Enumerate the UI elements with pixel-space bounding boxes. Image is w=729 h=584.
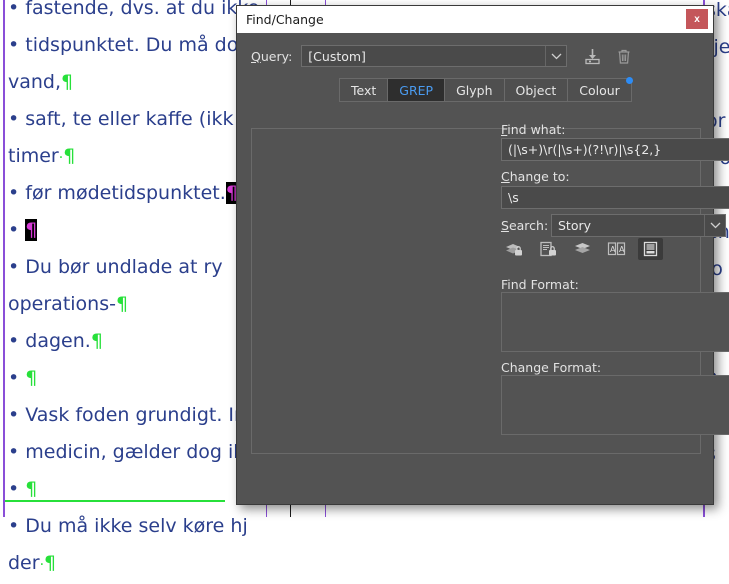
doc-line: • Vask foden grundigt. In xyxy=(8,404,247,426)
find-what-label: Find what: xyxy=(501,122,566,137)
chevron-down-icon[interactable] xyxy=(545,46,566,66)
doc-line: • medicin, gælder dog ikk xyxy=(8,441,256,463)
close-icon[interactable]: x xyxy=(686,9,708,29)
query-row: Query: [Custom] xyxy=(237,33,713,67)
tabs-row: Text GREP Glyph Object Colour xyxy=(237,77,713,102)
doc-line: • tidspunktet. Du må dog xyxy=(8,34,251,56)
doc-line: • ¶ xyxy=(8,219,38,241)
chevron-down-icon[interactable] xyxy=(704,215,725,236)
include-footnotes-icon[interactable] xyxy=(638,238,663,260)
tab-colour-label: Colour xyxy=(579,82,620,98)
find-format-box[interactable] xyxy=(501,292,729,352)
include-master-pages-icon[interactable]: A A xyxy=(604,238,629,260)
search-scope-label: Search: xyxy=(501,218,549,233)
change-to-input[interactable]: \s xyxy=(501,186,729,209)
dialog-title: Find/Change xyxy=(246,12,324,27)
doc-line: timer·¶ xyxy=(8,145,76,167)
tab-colour[interactable]: Colour xyxy=(568,77,633,101)
doc-line: • Du bør undlade at ry xyxy=(8,256,223,278)
tab-text[interactable]: Text xyxy=(340,79,389,101)
doc-line: • ¶ xyxy=(8,367,38,389)
change-format-box[interactable] xyxy=(501,375,729,435)
tab-list: Text GREP Glyph Object Colour xyxy=(339,77,633,102)
doc-line: • dagen.¶ xyxy=(8,330,103,352)
save-query-icon[interactable] xyxy=(581,45,603,67)
svg-text:A: A xyxy=(610,245,616,254)
query-label: Query: xyxy=(251,48,293,64)
doc-line: • Du må ikke selv køre hj xyxy=(8,515,248,537)
tab-object[interactable]: Object xyxy=(505,79,569,101)
delete-query-icon[interactable] xyxy=(613,45,635,67)
change-to-label: Change to: xyxy=(501,169,570,184)
query-select[interactable]: [Custom] xyxy=(301,45,568,67)
search-scope-select[interactable]: Story xyxy=(551,214,726,237)
change-to-value: \s xyxy=(508,190,519,205)
tab-grep[interactable]: GREP xyxy=(388,79,446,101)
query-value: [Custom] xyxy=(308,48,366,64)
doc-line: • før mødetidspunktet.¶ xyxy=(8,182,238,204)
doc-line: • fastende, dvs. at du ikke xyxy=(8,0,260,19)
include-locked-layers-icon[interactable] xyxy=(502,238,527,260)
doc-line: der·¶ xyxy=(8,552,57,574)
doc-line: • ¶ xyxy=(8,478,38,500)
doc-line: • saft, te eller kaffe (ikk xyxy=(8,108,234,130)
search-scope-value: Story xyxy=(558,218,592,233)
find-what-value: (|\s+)\r(|\s+)(?!\r)|\s{2,} xyxy=(508,142,662,157)
search-scope-toggles: A A xyxy=(502,238,663,260)
find-format-label: Find Format: xyxy=(501,277,579,292)
change-format-label: Change Format: xyxy=(501,360,602,375)
document-body-text[interactable]: • fastende, dvs. at du ikke • tidspunkte… xyxy=(8,0,260,582)
tab-colour-badge-icon xyxy=(625,77,633,84)
find-change-dialog[interactable]: Find/Change x Query: [Custom] Text GREP … xyxy=(236,5,729,505)
page-guide-left xyxy=(3,0,5,517)
include-locked-stories-icon[interactable] xyxy=(536,238,561,260)
svg-text:A: A xyxy=(619,245,625,254)
find-what-input[interactable]: (|\s+)\r(|\s+)(?!\r)|\s{2,} xyxy=(501,138,729,161)
tab-glyph[interactable]: Glyph xyxy=(445,79,505,101)
doc-line: operations-¶ xyxy=(8,293,129,315)
dialog-titlebar[interactable]: Find/Change x xyxy=(237,6,713,33)
doc-line: vand,¶ xyxy=(8,71,74,93)
include-hidden-layers-icon[interactable] xyxy=(570,238,595,260)
